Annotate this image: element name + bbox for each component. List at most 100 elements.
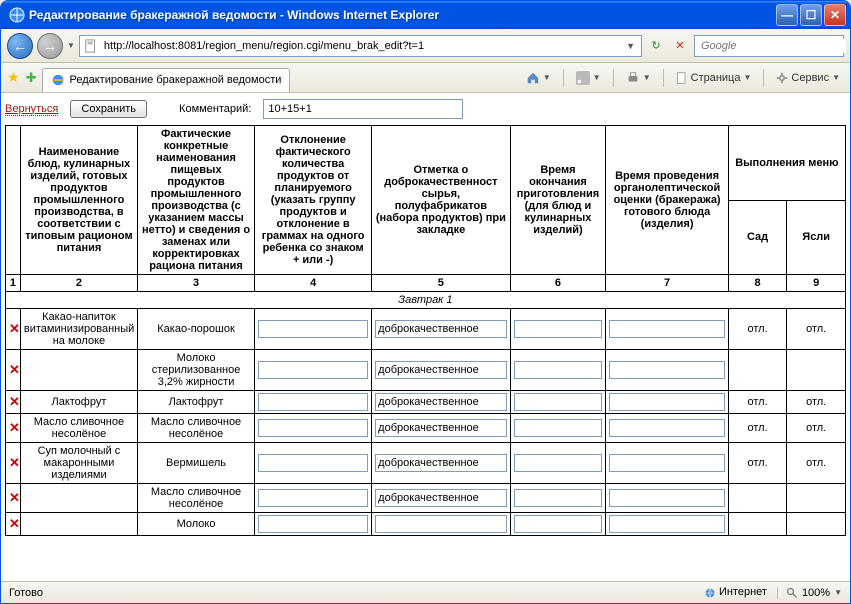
delete-row-button[interactable]: ✕ bbox=[9, 394, 20, 409]
delete-row-button[interactable]: ✕ bbox=[9, 490, 20, 505]
time-check-input[interactable] bbox=[609, 515, 724, 533]
cell-dish: Лактофрут bbox=[20, 391, 137, 414]
command-toolbar: ★ ✚ Редактирование бракеражной ведомости… bbox=[1, 63, 850, 93]
maximize-button[interactable]: ☐ bbox=[800, 4, 822, 26]
home-icon bbox=[526, 71, 540, 85]
time-end-input[interactable] bbox=[514, 393, 603, 411]
deviation-input[interactable] bbox=[258, 393, 368, 411]
zone-indicator: Интернет bbox=[704, 586, 767, 598]
deviation-input[interactable] bbox=[258, 454, 368, 472]
refresh-button[interactable]: ↻ bbox=[646, 36, 666, 56]
deviation-input[interactable] bbox=[258, 320, 368, 338]
deviation-input[interactable] bbox=[258, 361, 368, 379]
table-row: ✕Суп молочный с макаронными изделиямиВер… bbox=[6, 443, 846, 484]
table-row: ✕Масло сливочное несолёное bbox=[6, 484, 846, 513]
time-end-input[interactable] bbox=[514, 320, 603, 338]
back-button[interactable]: ← bbox=[7, 33, 33, 59]
feeds-button[interactable]: ▼ bbox=[572, 69, 605, 87]
time-check-input[interactable] bbox=[609, 361, 724, 379]
quality-input[interactable] bbox=[375, 454, 506, 472]
comment-label: Комментарий: bbox=[179, 103, 251, 115]
time-end-input[interactable] bbox=[514, 361, 603, 379]
time-check-input[interactable] bbox=[609, 419, 724, 437]
cell-sad: отл. bbox=[728, 309, 787, 350]
col-quality: Отметка о доброкачественност сырья, полу… bbox=[372, 126, 510, 275]
cell-yasli: отл. bbox=[787, 414, 846, 443]
stop-button[interactable]: ✕ bbox=[670, 36, 690, 56]
comment-input[interactable] bbox=[263, 99, 463, 119]
col-yasli: Ясли bbox=[787, 200, 846, 275]
time-end-input[interactable] bbox=[514, 454, 603, 472]
col-time-check: Время проведения органолептической оценк… bbox=[606, 126, 728, 275]
delete-row-button[interactable]: ✕ bbox=[9, 455, 20, 470]
quality-input[interactable] bbox=[375, 361, 506, 379]
rss-icon bbox=[576, 71, 590, 85]
zoom-control[interactable]: 100% ▼ bbox=[777, 587, 842, 599]
time-check-input[interactable] bbox=[609, 320, 724, 338]
cell-dish: Суп молочный с макаронными изделиями bbox=[20, 443, 137, 484]
quality-input[interactable] bbox=[375, 515, 506, 533]
quality-input[interactable] bbox=[375, 489, 506, 507]
forward-button[interactable]: → bbox=[37, 33, 63, 59]
cell-yasli: отл. bbox=[787, 309, 846, 350]
cell-sad: отл. bbox=[728, 391, 787, 414]
cell-yasli: отл. bbox=[787, 443, 846, 484]
time-end-input[interactable] bbox=[514, 419, 603, 437]
delete-row-button[interactable]: ✕ bbox=[9, 516, 20, 531]
delete-row-button[interactable]: ✕ bbox=[9, 321, 20, 336]
active-tab[interactable]: Редактирование бракеражной ведомости bbox=[42, 68, 290, 92]
quality-input[interactable] bbox=[375, 320, 506, 338]
cell-product: Молоко bbox=[137, 513, 254, 536]
print-button[interactable]: ▼ bbox=[622, 69, 655, 87]
quality-input[interactable] bbox=[375, 393, 506, 411]
cell-product: Вермишель bbox=[137, 443, 254, 484]
nav-history-dropdown[interactable]: ▼ bbox=[67, 41, 75, 50]
zoom-icon bbox=[786, 587, 798, 599]
time-check-input[interactable] bbox=[609, 489, 724, 507]
quality-input[interactable] bbox=[375, 419, 506, 437]
col-product: Фактические конкретные наименования пище… bbox=[137, 126, 254, 275]
section-row: Завтрак 1 bbox=[6, 292, 846, 309]
address-bar[interactable]: ▼ bbox=[79, 35, 642, 57]
page-menu-icon bbox=[676, 72, 688, 84]
page-menu[interactable]: Страница▼ bbox=[672, 70, 756, 86]
cell-sad bbox=[728, 350, 787, 391]
deviation-input[interactable] bbox=[258, 489, 368, 507]
tools-menu[interactable]: Сервис▼ bbox=[772, 70, 844, 86]
time-end-input[interactable] bbox=[514, 515, 603, 533]
save-button[interactable]: Сохранить bbox=[70, 100, 147, 118]
cell-sad: отл. bbox=[728, 443, 787, 484]
table-row: ✕Молоко стерилизованное 3,2% жирности bbox=[6, 350, 846, 391]
time-check-input[interactable] bbox=[609, 393, 724, 411]
close-button[interactable]: ✕ bbox=[824, 4, 846, 26]
cell-yasli: отл. bbox=[787, 391, 846, 414]
top-controls: Вернуться Сохранить Комментарий: bbox=[5, 99, 846, 119]
cell-product: Лактофрут bbox=[137, 391, 254, 414]
data-table: Наименование блюд, кулинарных изделий, г… bbox=[5, 125, 846, 536]
titlebar: Редактирование бракеражной ведомости - W… bbox=[1, 1, 850, 29]
window-buttons: — ☐ ✕ bbox=[776, 4, 846, 26]
cell-sad: отл. bbox=[728, 414, 787, 443]
favorites-icon[interactable]: ★ bbox=[7, 69, 20, 86]
time-end-input[interactable] bbox=[514, 489, 603, 507]
deviation-input[interactable] bbox=[258, 515, 368, 533]
back-link[interactable]: Вернуться bbox=[5, 103, 58, 116]
cell-product: Масло сливочное несолёное bbox=[137, 414, 254, 443]
statusbar: Готово Интернет 100% ▼ bbox=[1, 581, 850, 603]
search-box[interactable] bbox=[694, 35, 844, 57]
add-favorite-icon[interactable]: ✚ bbox=[26, 70, 37, 86]
time-check-input[interactable] bbox=[609, 454, 724, 472]
ie-window: Редактирование бракеражной ведомости - W… bbox=[0, 0, 851, 604]
search-input[interactable] bbox=[699, 39, 846, 53]
minimize-button[interactable]: — bbox=[776, 4, 798, 26]
home-button[interactable]: ▼ bbox=[522, 69, 555, 87]
url-input[interactable] bbox=[102, 37, 620, 55]
delete-row-button[interactable]: ✕ bbox=[9, 362, 20, 377]
print-icon bbox=[626, 71, 640, 85]
cell-dish bbox=[20, 484, 137, 513]
delete-row-button[interactable]: ✕ bbox=[9, 420, 20, 435]
deviation-input[interactable] bbox=[258, 419, 368, 437]
url-dropdown[interactable]: ▼ bbox=[624, 41, 637, 51]
cell-dish: Масло сливочное несолёное bbox=[20, 414, 137, 443]
cell-yasli bbox=[787, 513, 846, 536]
